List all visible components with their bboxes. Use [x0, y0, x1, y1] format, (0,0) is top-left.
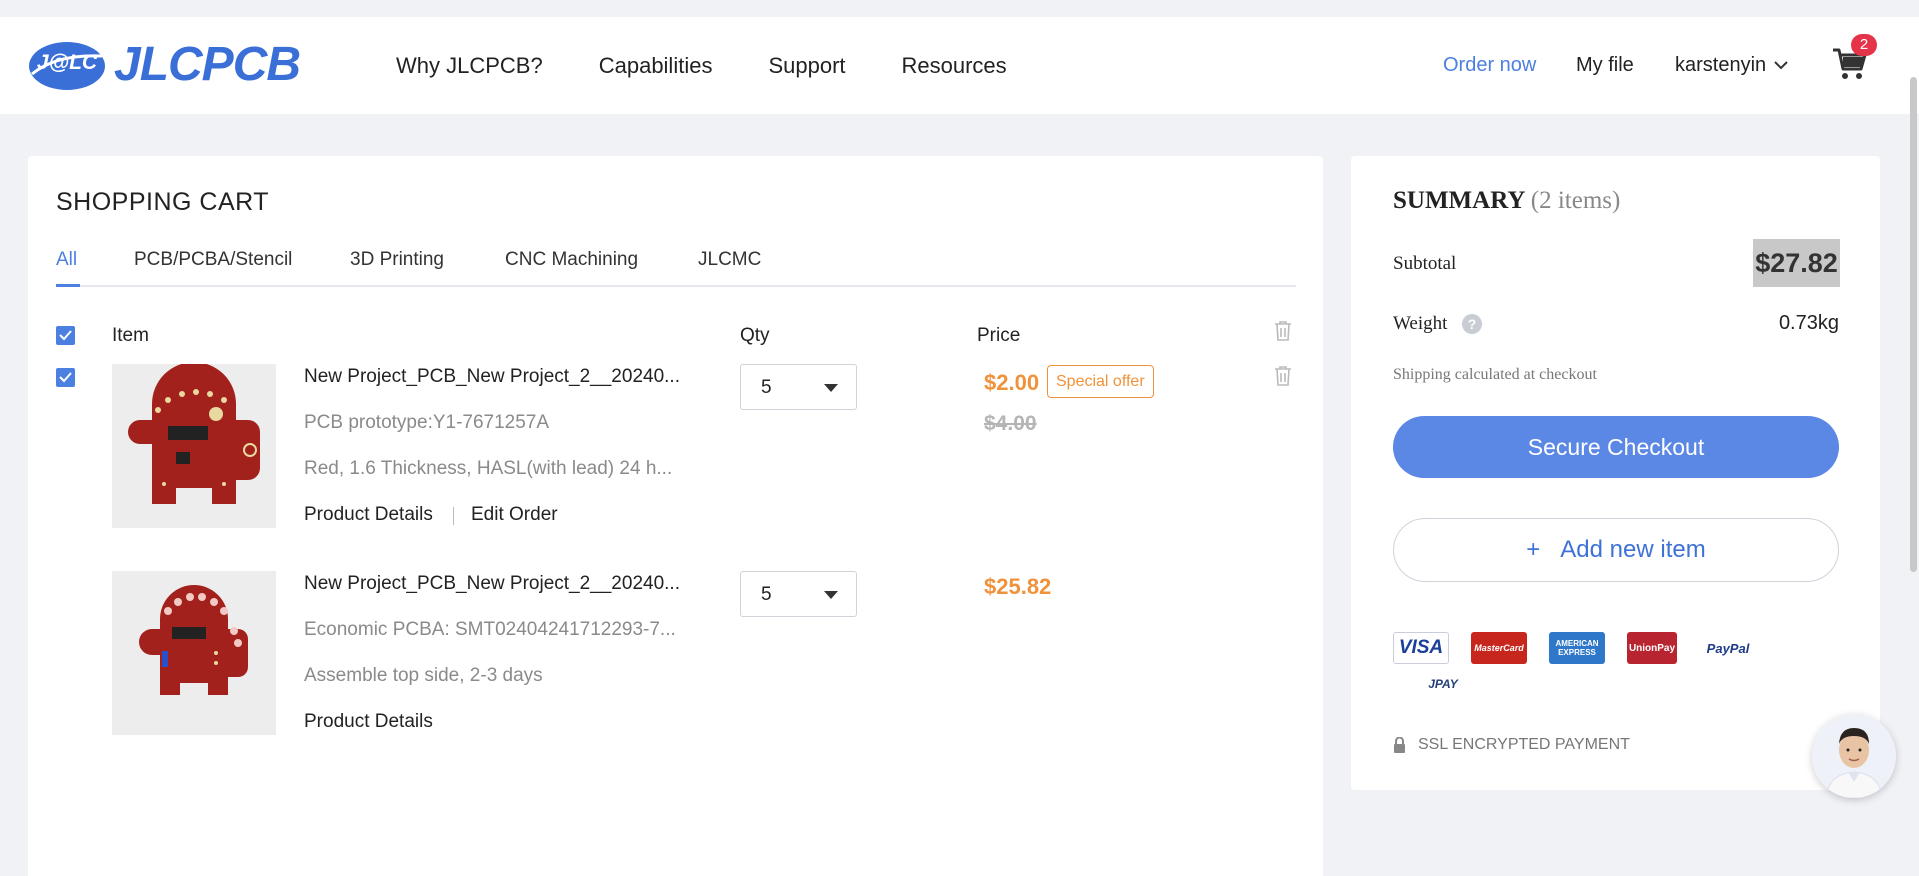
- cart-count-badge: 2: [1851, 34, 1877, 56]
- column-item: Item: [112, 325, 149, 346]
- tab-pcb-pcba-stencil[interactable]: PCB/PCBA/Stencil: [134, 249, 292, 271]
- amex-logo: AMERICAN EXPRESS: [1549, 632, 1605, 664]
- support-chat-avatar[interactable]: [1812, 714, 1896, 798]
- unionpay-logo: UnionPay: [1627, 632, 1677, 664]
- item-1-name[interactable]: New Project_PCB_New Project_2__20240...: [304, 366, 680, 388]
- add-new-item-button[interactable]: + Add new item: [1393, 518, 1839, 582]
- select-all-checkbox[interactable]: [56, 326, 75, 345]
- help-icon[interactable]: ?: [1462, 314, 1482, 334]
- nav-capabilities[interactable]: Capabilities: [599, 53, 713, 79]
- secure-checkout-button[interactable]: Secure Checkout: [1393, 416, 1839, 478]
- paypal-logo: PayPal: [1698, 632, 1758, 664]
- lock-icon: [1394, 737, 1405, 753]
- item-2-qty-select[interactable]: 5: [740, 571, 857, 617]
- tab-jlcmc[interactable]: JLCMC: [698, 249, 761, 271]
- delete-all-trash-icon[interactable]: [1274, 321, 1292, 341]
- item-2-order-id: Economic PCBA: SMT02404241712293-7...: [304, 619, 676, 640]
- order-summary-panel: SUMMARY (2 items) Subtotal $27.82 Weight…: [1351, 156, 1880, 790]
- dropdown-arrow-icon: [824, 384, 838, 392]
- weight-value: 0.73kg: [1778, 312, 1839, 334]
- plus-icon: +: [1526, 536, 1541, 563]
- weight-label: Weight: [1393, 313, 1448, 334]
- add-new-item-label: Add new item: [1560, 536, 1706, 563]
- cart-title: SHOPPING CART: [56, 188, 270, 216]
- nav-support[interactable]: Support: [768, 53, 845, 79]
- active-tab-indicator: [56, 284, 80, 287]
- dropdown-arrow-icon: [824, 591, 838, 599]
- shopping-cart-panel: SHOPPING CART All PCB/PCBA/Stencil 3D Pr…: [28, 156, 1323, 876]
- item-1-checkbox[interactable]: [56, 368, 75, 387]
- shipping-note: Shipping calculated at checkout: [1393, 366, 1597, 383]
- subtotal-value: $27.82: [1753, 239, 1840, 287]
- item-2-thumbnail[interactable]: [112, 571, 276, 735]
- item-1-thumbnail[interactable]: [112, 362, 276, 528]
- item-1-edit-order-link[interactable]: Edit Order: [471, 504, 558, 526]
- agent-portrait-image: [1812, 714, 1896, 798]
- mastercard-logo: MasterCard: [1471, 632, 1527, 664]
- item-1-product-details-link[interactable]: Product Details: [304, 504, 433, 526]
- item-1-delete-trash-icon[interactable]: [1274, 366, 1292, 386]
- jlcpcb-logo[interactable]: J@LC JLCPCB: [26, 34, 301, 94]
- tab-all[interactable]: All: [56, 249, 77, 271]
- top-header: J@LC JLCPCB Why JLCPCB? Capabilities Sup…: [0, 17, 1919, 114]
- user-menu[interactable]: karstenyin: [1675, 54, 1788, 77]
- column-qty: Qty: [740, 325, 770, 346]
- check-icon: [59, 330, 72, 341]
- username: karstenyin: [1675, 54, 1767, 76]
- order-now-link[interactable]: Order now: [1443, 54, 1536, 77]
- item-2-name[interactable]: New Project_PCB_New Project_2__20240...: [304, 573, 680, 595]
- summary-title: SUMMARY (2 items): [1393, 187, 1620, 215]
- chevron-down-icon: [1774, 61, 1788, 70]
- check-icon: [59, 372, 72, 383]
- jlc-badge-logo: J@LC: [26, 34, 108, 94]
- ssl-note: SSL ENCRYPTED PAYMENT: [1393, 736, 1630, 754]
- cart-tabs: All PCB/PCBA/Stencil 3D Printing CNC Mac…: [56, 249, 1296, 287]
- item-1-qty-value: 5: [761, 377, 772, 398]
- item-2-price: $25.82: [984, 574, 1052, 599]
- subtotal-label: Subtotal: [1393, 253, 1457, 274]
- item-1-qty-select[interactable]: 5: [740, 364, 857, 410]
- logo-wordmark: JLCPCB: [114, 37, 301, 91]
- item-1-specs: Red, 1.6 Thickness, HASL(with lead) 24 h…: [304, 458, 673, 479]
- visa-logo: VISA: [1393, 632, 1449, 664]
- summary-heading: SUMMARY: [1393, 187, 1525, 214]
- link-separator: [453, 507, 454, 525]
- main-nav: Why JLCPCB? Capabilities Support Resourc…: [396, 53, 1007, 79]
- tab-3d-printing[interactable]: 3D Printing: [350, 249, 444, 271]
- svg-text:J@LC: J@LC: [37, 51, 98, 74]
- my-file-link[interactable]: My file: [1576, 54, 1634, 77]
- summary-item-count: (2 items): [1530, 187, 1621, 214]
- item-2-specs: Assemble top side, 2-3 days: [304, 665, 543, 686]
- ssl-label: SSL ENCRYPTED PAYMENT: [1418, 736, 1630, 753]
- jpay-logo: JPAY: [1417, 676, 1469, 692]
- nav-why-jlcpcb[interactable]: Why JLCPCB?: [396, 53, 543, 79]
- pcba-board-image: [139, 585, 248, 695]
- tab-cnc-machining[interactable]: CNC Machining: [505, 249, 638, 271]
- item-1-price: $2.00: [984, 370, 1040, 395]
- item-1-order-id: PCB prototype:Y1-7671257A: [304, 412, 550, 433]
- nav-resources[interactable]: Resources: [902, 53, 1007, 79]
- item-2-qty-value: 5: [761, 584, 772, 605]
- column-price: Price: [977, 325, 1021, 346]
- item-2-product-details-link[interactable]: Product Details: [304, 711, 433, 733]
- special-offer-badge: Special offer: [1047, 365, 1154, 398]
- item-1-original-price: $4.00: [984, 412, 1037, 435]
- page-scrollbar[interactable]: [1910, 77, 1917, 572]
- pcb-board-image: [128, 362, 260, 504]
